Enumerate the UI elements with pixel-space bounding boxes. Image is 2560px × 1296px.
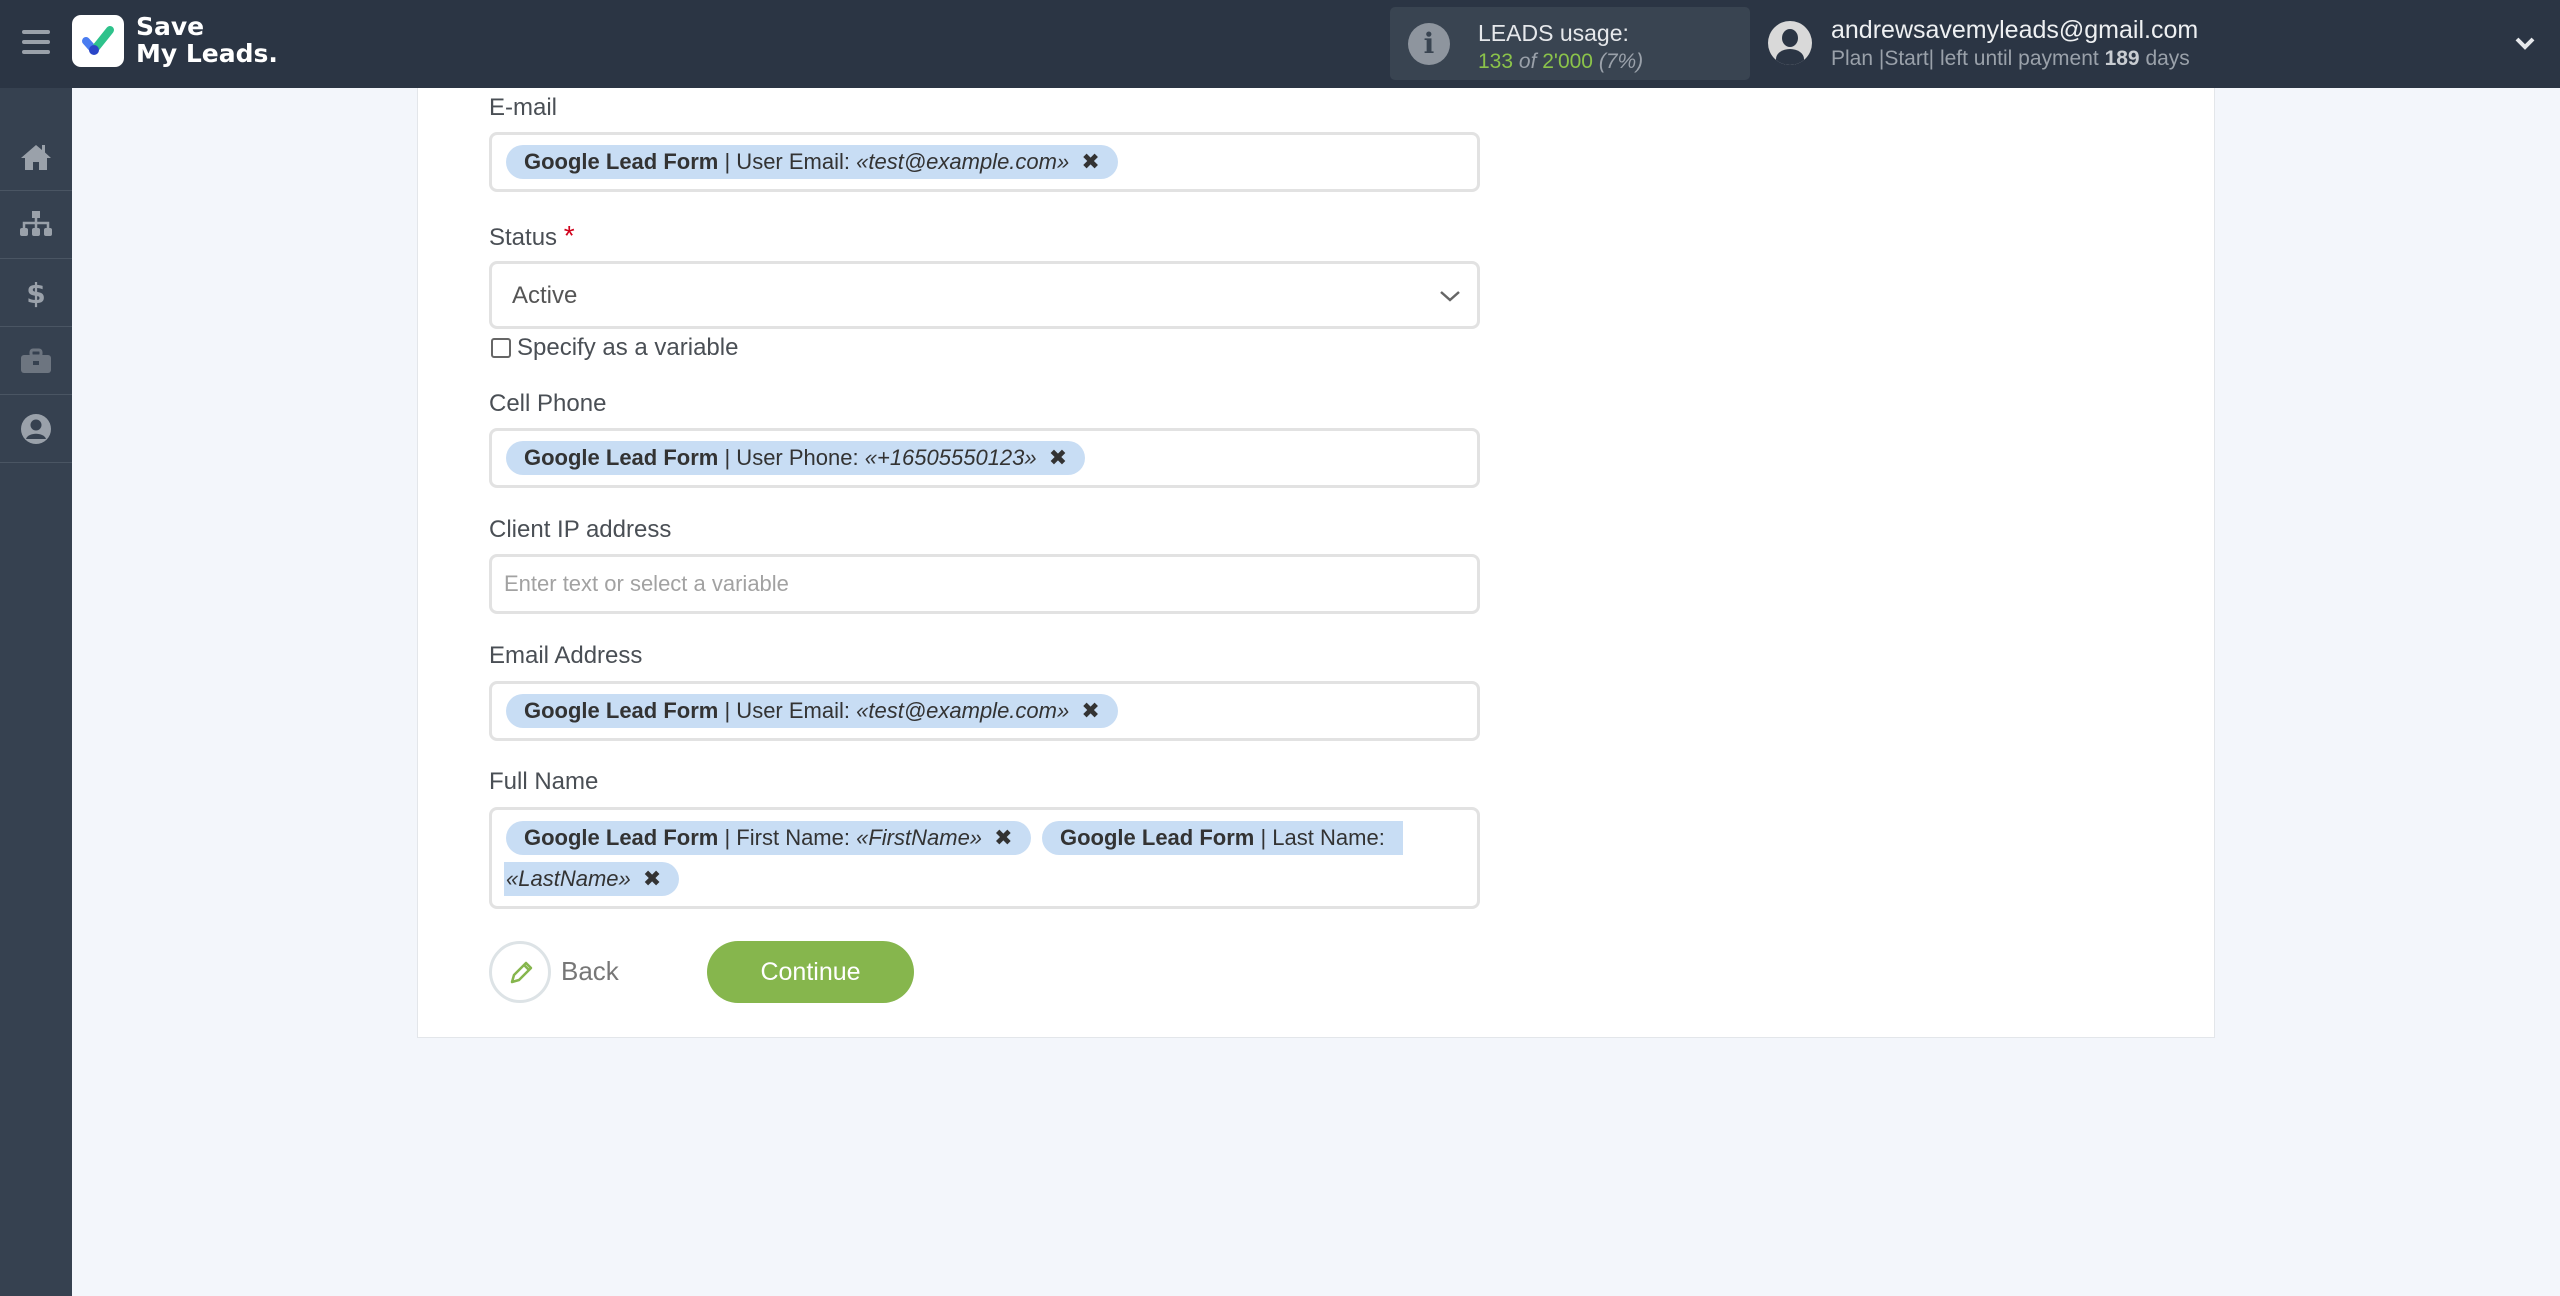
usage-count: 133 of 2'000 (7%) bbox=[1478, 50, 1643, 74]
chip-field: | Last Name: bbox=[1260, 825, 1385, 850]
field-label-cell-phone: Cell Phone bbox=[489, 390, 607, 417]
svg-text:$: $ bbox=[26, 277, 45, 310]
logo-line-1: Save bbox=[136, 12, 205, 41]
chip-value: «test@example.com» bbox=[856, 149, 1070, 174]
usage-used: 133 bbox=[1478, 50, 1514, 73]
sidebar-item-tools[interactable] bbox=[0, 327, 72, 395]
variable-chip[interactable]: Google Lead Form | Last Name: bbox=[1042, 821, 1403, 855]
required-mark: * bbox=[563, 220, 575, 251]
logo-line-2: My Leads. bbox=[136, 39, 278, 68]
sidebar-item-billing[interactable]: $ bbox=[0, 259, 72, 327]
email-address-field[interactable]: Google Lead Form | User Email: «test@exa… bbox=[489, 681, 1480, 741]
pencil-icon bbox=[510, 961, 533, 984]
field-label-email: E-mail bbox=[489, 94, 558, 121]
field-label-full-name: Full Name bbox=[489, 768, 599, 795]
variable-chip[interactable]: Google Lead Form | User Email: «test@exa… bbox=[506, 145, 1118, 179]
status-selected-value: Active bbox=[512, 282, 578, 309]
cell-phone-field[interactable]: Google Lead Form | User Phone: «+1650555… bbox=[489, 428, 1480, 488]
sidebar-item-profile[interactable] bbox=[0, 395, 72, 463]
usage-limit: 2'000 bbox=[1542, 50, 1593, 73]
logo-text[interactable]: Save My Leads. bbox=[136, 13, 278, 67]
remove-chip-icon[interactable]: ✖ bbox=[1081, 698, 1099, 723]
user-avatar-icon[interactable] bbox=[1768, 21, 1812, 65]
remove-chip-icon[interactable]: ✖ bbox=[1081, 149, 1099, 174]
remove-chip-icon[interactable]: ✖ bbox=[643, 866, 661, 891]
account-email[interactable]: andrewsavemyleads@gmail.com bbox=[1831, 16, 2198, 45]
full-name-field[interactable]: Google Lead Form | First Name: «FirstNam… bbox=[489, 807, 1480, 909]
chevron-down-icon[interactable] bbox=[2512, 30, 2538, 56]
chip-source: Google Lead Form bbox=[524, 698, 719, 723]
remove-chip-icon[interactable]: ✖ bbox=[1049, 445, 1067, 470]
sidebar-item-connections[interactable] bbox=[0, 191, 72, 259]
top-bar: Save My Leads. i LEADS usage: 133 of 2'0… bbox=[0, 0, 2560, 88]
field-label-email-address: Email Address bbox=[489, 642, 643, 669]
chip-field: | User Phone: bbox=[724, 445, 859, 470]
info-icon: i bbox=[1408, 23, 1450, 65]
variable-chip[interactable]: Google Lead Form | User Phone: «+1650555… bbox=[506, 441, 1086, 475]
specify-variable-label[interactable]: Specify as a variable bbox=[517, 334, 738, 362]
field-label-client-ip: Client IP address bbox=[489, 516, 672, 543]
variable-chip[interactable]: Google Lead Form | First Name: «FirstNam… bbox=[506, 821, 1031, 855]
user-circle-icon bbox=[21, 413, 51, 444]
client-ip-placeholder: Enter text or select a variable bbox=[504, 571, 789, 596]
email-field[interactable]: Google Lead Form | User Email: «test@exa… bbox=[489, 132, 1480, 192]
plan-prefix: Plan |Start| left until payment bbox=[1831, 47, 2099, 70]
chip-source: Google Lead Form bbox=[524, 825, 719, 850]
back-button[interactable] bbox=[489, 941, 551, 1003]
chip-source: Google Lead Form bbox=[524, 149, 719, 174]
variable-chip[interactable]: Google Lead Form | User Email: «test@exa… bbox=[506, 694, 1118, 728]
plan-days: 189 bbox=[2104, 47, 2140, 70]
variable-chip-continuation[interactable]: «LastName» ✖ bbox=[504, 862, 680, 896]
usage-percent: (7%) bbox=[1598, 50, 1644, 73]
back-link[interactable]: Back bbox=[561, 956, 619, 987]
client-ip-field[interactable]: Enter text or select a variable bbox=[489, 554, 1480, 614]
chip-value: «+16505550123» bbox=[864, 445, 1037, 470]
usage-of: of bbox=[1518, 50, 1537, 73]
continue-button[interactable]: Continue bbox=[707, 941, 914, 1003]
chevron-down-icon bbox=[1440, 291, 1460, 302]
chip-field: | User Email: bbox=[724, 149, 850, 174]
usage-title: LEADS usage: bbox=[1478, 20, 1629, 46]
field-label-status: Status * bbox=[489, 220, 575, 252]
logo-icon[interactable] bbox=[72, 15, 124, 67]
leads-usage-panel: i LEADS usage: 133 of 2'000 (7%) bbox=[1390, 7, 1750, 80]
chip-value: «test@example.com» bbox=[856, 698, 1070, 723]
specify-variable-row: Specify as a variable bbox=[491, 334, 738, 362]
specify-variable-checkbox[interactable] bbox=[491, 338, 511, 358]
remove-chip-icon[interactable]: ✖ bbox=[994, 825, 1012, 850]
briefcase-icon bbox=[21, 348, 51, 373]
home-icon bbox=[21, 144, 51, 170]
dollar-icon: $ bbox=[26, 277, 45, 310]
chip-source: Google Lead Form bbox=[524, 445, 719, 470]
chip-field: | User Email: bbox=[724, 698, 850, 723]
chip-value: «FirstName» bbox=[856, 825, 983, 850]
status-label-text: Status bbox=[489, 224, 558, 251]
account-plan: Plan |Start| left until payment 189 days bbox=[1831, 47, 2190, 71]
chip-source: Google Lead Form bbox=[1060, 825, 1255, 850]
sidebar: $ bbox=[0, 88, 72, 1296]
plan-days-suffix: days bbox=[2145, 47, 2190, 70]
status-select[interactable]: Active bbox=[489, 261, 1480, 329]
menu-toggle-icon[interactable] bbox=[22, 30, 50, 54]
sidebar-item-home[interactable] bbox=[0, 123, 72, 191]
sitemap-icon bbox=[20, 210, 52, 236]
chip-field: | First Name: bbox=[724, 825, 850, 850]
chip-value: «LastName» bbox=[506, 866, 631, 891]
